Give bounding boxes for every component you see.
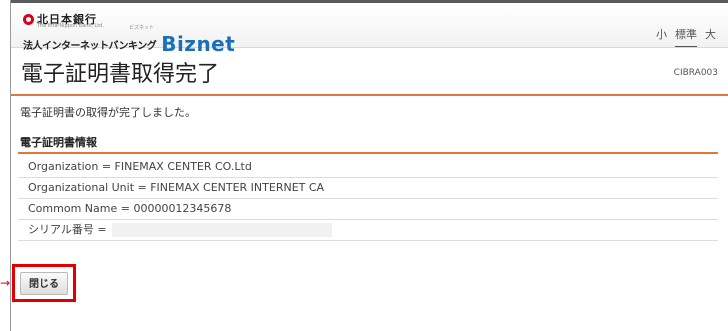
- info-text: Organizational Unit = FINEMAX CENTER INT…: [28, 181, 325, 194]
- serial-number-value: [112, 223, 333, 237]
- info-text: Organization = FINEMAX CENTER CO.Ltd: [28, 160, 252, 173]
- info-row-common-name: Commom Name = 00000012345678: [18, 199, 718, 220]
- screen-id: CIBRA003: [673, 68, 718, 78]
- page-title: 電子証明書取得完了: [21, 62, 220, 87]
- bank-logo-icon: [23, 13, 34, 25]
- completion-message: 電子証明書の取得が完了しました。: [20, 106, 196, 119]
- header: 北日本銀行 The Kita-Nippon Bank, Ltd. 法人インターネ…: [11, 3, 728, 56]
- font-size-switcher: 小 標準 大: [648, 26, 716, 47]
- info-text: Commom Name = 00000012345678: [28, 202, 232, 215]
- info-text: シリアル番号 =: [28, 223, 107, 236]
- font-size-large[interactable]: 大: [705, 26, 716, 47]
- info-row-organizational-unit: Organizational Unit = FINEMAX CENTER INT…: [18, 178, 718, 199]
- certificate-info-list: Organization = FINEMAX CENTER CO.Ltd Org…: [18, 157, 718, 241]
- info-row-serial-number: シリアル番号 =: [18, 220, 718, 241]
- pointer-arrow-icon: →: [0, 276, 11, 290]
- close-button-highlight: 閉じる: [12, 264, 76, 302]
- info-row-organization: Organization = FINEMAX CENTER CO.Ltd: [18, 157, 718, 178]
- close-button[interactable]: 閉じる: [20, 272, 68, 295]
- section-divider: [18, 152, 718, 154]
- font-size-small[interactable]: 小: [656, 26, 667, 47]
- section-title: 電子証明書情報: [20, 136, 97, 149]
- bank-subtitle: The Kita-Nippon Bank, Ltd.: [37, 23, 104, 29]
- brand-ruby: ビズネット: [129, 25, 155, 31]
- title-row: 電子証明書取得完了 CIBRA003: [11, 48, 728, 96]
- font-size-standard[interactable]: 標準: [675, 26, 697, 47]
